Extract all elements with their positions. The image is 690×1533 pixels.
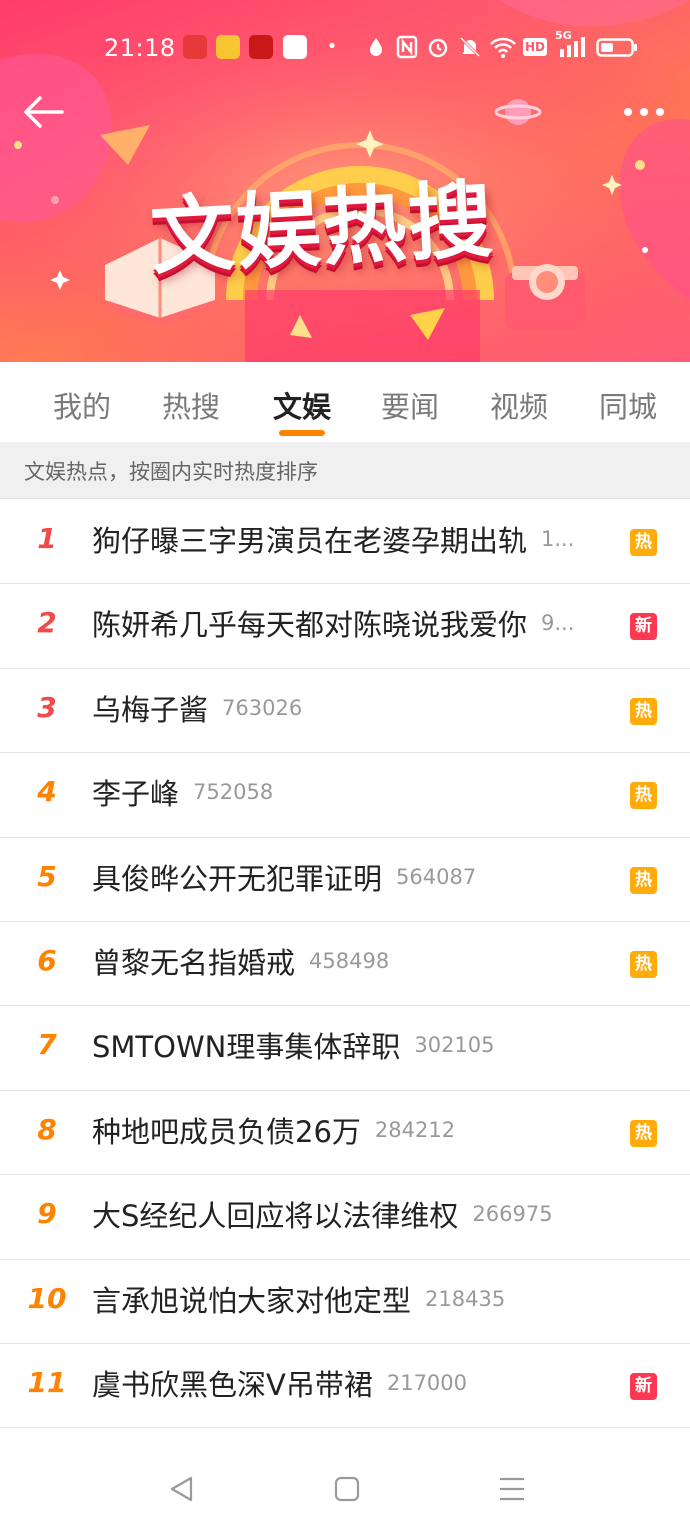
active-tab-indicator	[279, 430, 325, 436]
menu-lines-icon[interactable]	[497, 1474, 527, 1504]
rank-number: 3	[37, 690, 57, 724]
more-options-icon[interactable]	[620, 96, 668, 128]
item-heat-count: 458498	[309, 948, 390, 973]
back-triangle-icon[interactable]	[167, 1474, 197, 1504]
hot-badge: 热	[630, 529, 657, 556]
rank-number: 2	[37, 606, 57, 640]
new-badge: 新	[630, 1372, 657, 1400]
item-title: 李子峰	[92, 777, 180, 812]
item-text: 具俊晔公开无犯罪证明 564087	[92, 856, 612, 904]
item-heat-count: 218435	[425, 1286, 506, 1311]
tab-news[interactable]: 要闻	[360, 384, 460, 426]
back-arrow-icon[interactable]	[20, 88, 68, 136]
mute-icon	[459, 36, 481, 58]
system-navigation-bar	[0, 1430, 690, 1533]
5g-signal-icon	[560, 37, 585, 57]
item-title: 大S经纪人回应将以法律维权	[92, 1199, 459, 1234]
item-title: 曾黎无名指婚戒	[92, 945, 296, 980]
item-text: SMTOWN理事集体辞职 302105	[92, 1024, 612, 1072]
drop-icon	[370, 38, 382, 56]
tab-local[interactable]: 同城	[578, 384, 678, 426]
hot-badge: 热	[630, 866, 657, 894]
list-item[interactable]: 10 言承旭说怕大家对他定型 218435	[0, 1259, 690, 1344]
hot-badge: 热	[630, 697, 657, 725]
list-item[interactable]: 2 陈妍希几乎每天都对陈晓说我爱你 9... 新	[0, 584, 690, 669]
list-item[interactable]: 7 SMTOWN理事集体辞职 302105	[0, 1006, 690, 1091]
item-heat-count: 217000	[386, 1370, 468, 1395]
app-icon	[249, 35, 273, 59]
list-description: 文娱热点，按圈内实时热度排序	[0, 442, 690, 499]
item-text: 陈妍希几乎每天都对陈晓说我爱你 9...	[92, 602, 612, 650]
tab-hot-search[interactable]: 热搜	[141, 384, 241, 426]
item-text: 曾黎无名指婚戒 458498	[92, 940, 612, 988]
weibo-icon	[216, 35, 240, 59]
rank-number: 11	[27, 1365, 67, 1399]
item-title: 种地吧成员负债26万	[92, 1114, 361, 1149]
item-text: 乌梅子酱 763026	[92, 687, 612, 735]
item-title: 乌梅子酱	[92, 692, 209, 727]
netease-music-icon	[183, 35, 207, 59]
item-text: 李子峰 752058	[92, 771, 612, 819]
hot-badge: 热	[630, 782, 657, 810]
list-item[interactable]: 1 狗仔曝三字男演员在老婆孕期出轨 1... 热	[0, 500, 690, 585]
item-text: 大S经纪人回应将以法律维权 266975	[92, 1193, 612, 1241]
item-heat-count: 752058	[193, 780, 274, 805]
rank-number: 6	[37, 943, 57, 977]
rank-number: 9	[37, 1197, 57, 1231]
item-heat-count: 284212	[374, 1117, 456, 1142]
list-item[interactable]: 11 虞书欣黑色深V吊带裙 217000 新	[0, 1343, 690, 1429]
rank-number: 7	[37, 1028, 57, 1062]
tab-mine[interactable]: 我的	[32, 384, 132, 426]
rank-number: 10	[27, 1281, 67, 1315]
rank-number: 5	[37, 859, 57, 893]
item-title: 狗仔曝三字男演员在老婆孕期出轨	[92, 524, 528, 558]
list-description-text: 文娱热点，按圈内实时热度排序	[24, 460, 318, 484]
status-time: 21:18	[104, 34, 176, 62]
app-icon	[283, 35, 307, 59]
hd-icon: HD	[523, 38, 547, 56]
list-item[interactable]: 3 乌梅子酱 763026 热	[0, 668, 690, 754]
tab-entertainment[interactable]: 文娱	[252, 384, 352, 426]
rank-number: 8	[37, 1112, 57, 1146]
tab-video[interactable]: 视频	[469, 384, 569, 426]
dot-icon: •	[326, 36, 338, 57]
item-text: 种地吧成员负债26万 284212	[92, 1109, 612, 1157]
item-heat-count: 9...	[541, 611, 575, 636]
banner: 21:18 • HD 5G 文娱热搜	[0, 0, 690, 362]
status-bar: 21:18 • HD 5G	[0, 24, 690, 70]
list-item[interactable]: 4 李子峰 752058 热	[0, 753, 690, 838]
rank-number: 4	[37, 775, 57, 809]
item-text: 虞书欣黑色深V吊带裙 217000	[92, 1362, 612, 1410]
rank-number: 1	[37, 522, 57, 555]
list-item[interactable]: 8 种地吧成员负债26万 284212 热	[0, 1090, 690, 1176]
new-badge: 新	[630, 613, 657, 641]
item-text: 狗仔曝三字男演员在老婆孕期出轨 1...	[92, 518, 612, 566]
alarm-icon	[428, 38, 448, 58]
list-item[interactable]: 9 大S经纪人回应将以法律维权 266975	[0, 1175, 690, 1260]
item-heat-count: 302105	[414, 1033, 495, 1058]
item-heat-count: 564087	[396, 864, 477, 889]
wifi-icon	[490, 37, 516, 58]
banner-title: 文娱热搜	[148, 170, 497, 287]
item-title: SMTOWN理事集体辞职	[92, 1030, 401, 1065]
category-tabs: 我的 热搜 文娱 要闻 视频 同城	[0, 362, 690, 442]
item-text: 言承旭说怕大家对他定型 218435	[92, 1278, 612, 1326]
battery-icon	[596, 38, 637, 57]
item-heat-count: 266975	[472, 1202, 553, 1227]
nfc-icon	[396, 35, 418, 59]
item-title: 具俊晔公开无犯罪证明	[92, 861, 383, 896]
hot-badge: 热	[630, 1119, 657, 1147]
item-title: 陈妍希几乎每天都对陈晓说我爱你	[92, 608, 528, 643]
home-square-icon[interactable]	[332, 1474, 362, 1504]
hot-badge: 热	[630, 950, 657, 978]
item-heat-count: 1...	[541, 527, 575, 551]
hot-search-list: 1 狗仔曝三字男演员在老婆孕期出轨 1... 热 2 陈妍希几乎每天都对陈晓说我爱…	[0, 500, 690, 1429]
item-title: 言承旭说怕大家对他定型	[92, 1283, 412, 1318]
item-heat-count: 763026	[222, 695, 303, 720]
list-item[interactable]: 5 具俊晔公开无犯罪证明 564087 热	[0, 837, 690, 922]
item-title: 虞书欣黑色深V吊带裙	[92, 1367, 373, 1402]
list-item[interactable]: 6 曾黎无名指婚戒 458498 热	[0, 921, 690, 1007]
